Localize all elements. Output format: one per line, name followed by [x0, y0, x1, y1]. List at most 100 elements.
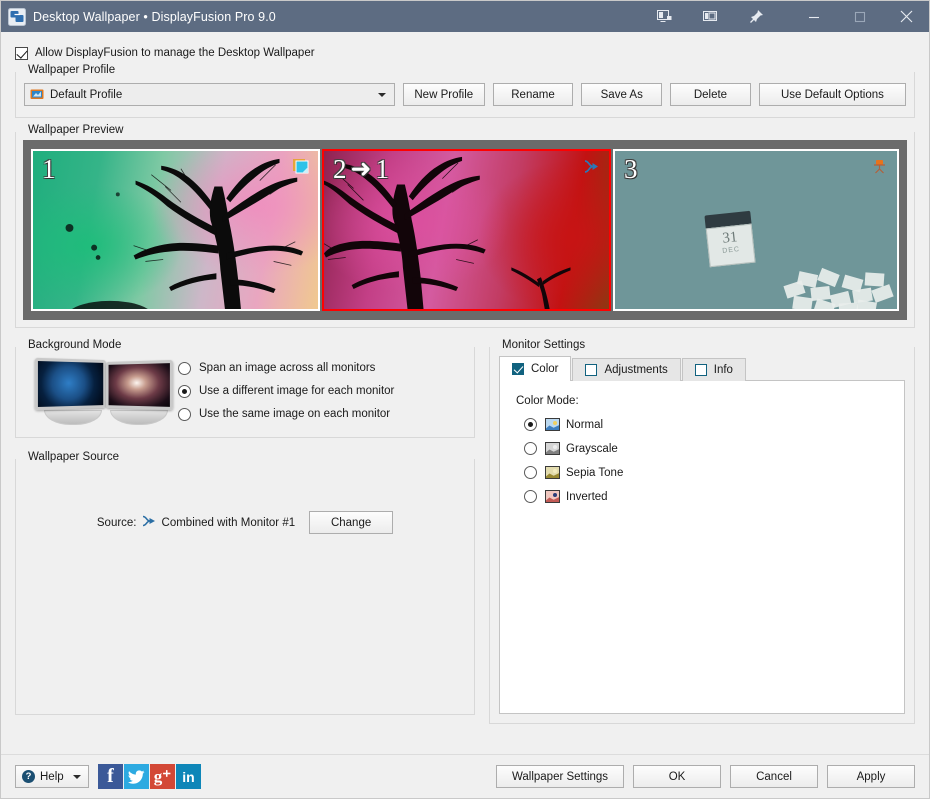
preview-monitor-3[interactable]: 31 DEC: [613, 149, 899, 311]
tab-info-checkbox[interactable]: [695, 364, 707, 376]
apply-button[interactable]: Apply: [827, 765, 915, 788]
source-prefix: Source:: [97, 517, 137, 529]
move-to-next-monitor-icon[interactable]: [687, 1, 733, 32]
wallpaper-profile-group-title: Wallpaper Profile: [24, 64, 119, 76]
image-normal-icon: [545, 418, 560, 431]
combined-source-icon[interactable]: [583, 158, 600, 175]
minimize-icon[interactable]: [791, 1, 837, 32]
background-mode-option-span[interactable]: Span an image across all monitors: [178, 362, 394, 375]
displayfusion-icon: [8, 8, 26, 26]
tab-info[interactable]: Info: [682, 358, 746, 381]
chevron-down-icon: [73, 775, 81, 779]
sticky-note-icon[interactable]: [292, 158, 309, 175]
color-mode-option-grayscale[interactable]: Grayscale: [524, 442, 888, 455]
use-default-options-button[interactable]: Use Default Options: [759, 83, 906, 106]
radio-button: [178, 362, 191, 375]
tab-adjustments-label: Adjustments: [604, 364, 667, 376]
monitor-2-label: 2: [333, 156, 348, 183]
close-icon[interactable]: [883, 1, 929, 32]
help-button[interactable]: ? Help: [15, 765, 89, 788]
question-mark-icon: ?: [22, 770, 35, 783]
footer-right: Wallpaper Settings OK Cancel Apply: [496, 765, 915, 788]
color-mode-option-inverted[interactable]: Inverted: [524, 490, 888, 503]
tab-color[interactable]: Color: [499, 356, 571, 381]
window-title: Desktop Wallpaper • DisplayFusion Pro 9.…: [33, 10, 641, 24]
color-mode-options: Normal Grayscale: [516, 418, 888, 503]
color-mode-option-normal-label: Normal: [566, 419, 603, 431]
profile-monitor-icon: [30, 89, 44, 101]
change-source-button[interactable]: Change: [309, 511, 393, 534]
profile-select[interactable]: Default Profile: [24, 83, 395, 106]
right-column: Monitor Settings Color Adjustments: [489, 339, 915, 724]
monitor-settings-group: Monitor Settings Color Adjustments: [489, 347, 915, 724]
monitor-1-number: 1: [42, 156, 57, 183]
chevron-down-icon: [378, 93, 386, 97]
tab-color-checkbox[interactable]: [512, 363, 524, 375]
allow-manage-wallpaper-checkbox[interactable]: Allow DisplayFusion to manage the Deskto…: [15, 44, 915, 62]
wallpaper-preview-group-title: Wallpaper Preview: [24, 124, 127, 136]
preview-monitor-1[interactable]: 1: [31, 149, 320, 311]
facebook-icon[interactable]: f: [98, 764, 123, 789]
wallpaper-source-label: Source: Combined with Monitor #1: [97, 515, 295, 530]
image-sepia-icon: [545, 466, 560, 479]
monitor-1-tree-silhouette: [33, 151, 318, 311]
cancel-button[interactable]: Cancel: [730, 765, 818, 788]
color-mode-option-sepia-label: Sepia Tone: [566, 467, 623, 479]
tab-adjustments[interactable]: Adjustments: [572, 358, 680, 381]
maximize-icon[interactable]: [837, 1, 883, 32]
left-column: Background Mode Span an image across all…: [15, 339, 475, 724]
profile-select-value: Default Profile: [50, 89, 122, 101]
source-value: Combined with Monitor #1: [162, 517, 296, 529]
radio-button: [524, 466, 537, 479]
background-mode-group: Background Mode Span an image across all…: [15, 347, 475, 438]
lower-section: Background Mode Span an image across all…: [15, 339, 915, 724]
person-icon[interactable]: [871, 158, 888, 175]
calendar-illustration: 31 DEC: [704, 211, 755, 268]
wallpaper-preview-group: Wallpaper Preview: [15, 132, 915, 328]
radio-button: [178, 408, 191, 421]
save-as-profile-button[interactable]: Save As: [581, 83, 662, 106]
titlebar: Desktop Wallpaper • DisplayFusion Pro 9.…: [1, 1, 929, 32]
background-mode-group-title: Background Mode: [24, 339, 125, 351]
linkedin-icon[interactable]: in: [176, 764, 201, 789]
move-to-monitor-icon[interactable]: [641, 1, 687, 32]
wallpaper-preview-wrap: 1: [16, 132, 914, 327]
image-inverted-icon: [545, 490, 560, 503]
color-mode-option-grayscale-label: Grayscale: [566, 443, 618, 455]
combined-source-icon: [142, 515, 157, 530]
wallpaper-preview-canvas: 1: [23, 140, 907, 320]
twitter-icon[interactable]: [124, 764, 149, 789]
desktop-wallpaper-window: Desktop Wallpaper • DisplayFusion Pro 9.…: [0, 0, 930, 799]
wallpaper-source-group: Wallpaper Source Source:: [15, 459, 475, 715]
rename-profile-button[interactable]: Rename: [493, 83, 574, 106]
always-on-top-pin-icon[interactable]: [733, 1, 779, 32]
radio-button: [524, 442, 537, 455]
footer: ? Help f g⁺ in Wallpaper Settings OK Can…: [1, 754, 929, 798]
google-plus-icon[interactable]: g⁺: [150, 764, 175, 789]
tab-adjustments-checkbox[interactable]: [585, 364, 597, 376]
monitor-settings-tabs: Color Adjustments Info: [499, 357, 905, 381]
wallpaper-source-row: Source: Combined with Monitor #1 Change: [16, 511, 474, 534]
footer-left: ? Help f g⁺ in: [15, 764, 201, 789]
color-mode-option-inverted-label: Inverted: [566, 491, 608, 503]
background-mode-inner: Span an image across all monitors Use a …: [16, 347, 474, 437]
preview-monitor-2[interactable]: 2 ➜ 1: [322, 149, 611, 311]
background-mode-option-different-label: Use a different image for each monitor: [199, 385, 394, 397]
ok-button[interactable]: OK: [633, 765, 721, 788]
wallpaper-settings-button[interactable]: Wallpaper Settings: [496, 765, 624, 788]
new-profile-button[interactable]: New Profile: [403, 83, 485, 106]
monitor-settings-inner: Color Adjustments Info: [490, 347, 914, 723]
dual-monitors-icon: [30, 357, 168, 425]
background-mode-option-different[interactable]: Use a different image for each monitor: [178, 385, 394, 398]
background-mode-option-same[interactable]: Use the same image on each monitor: [178, 408, 394, 421]
titlebar-buttons: [641, 1, 929, 32]
monitor-2-number: 2 ➜ 1: [333, 156, 390, 183]
delete-profile-button[interactable]: Delete: [670, 83, 751, 106]
color-mode-option-normal[interactable]: Normal: [524, 418, 888, 431]
radio-button: [178, 385, 191, 398]
background-mode-options: Span an image across all monitors Use a …: [178, 362, 394, 421]
social-links: f g⁺ in: [98, 764, 201, 789]
color-mode-option-sepia[interactable]: Sepia Tone: [524, 466, 888, 479]
color-tab-panel: Color Mode: Normal: [499, 380, 905, 714]
checkbox-box: [15, 47, 28, 60]
